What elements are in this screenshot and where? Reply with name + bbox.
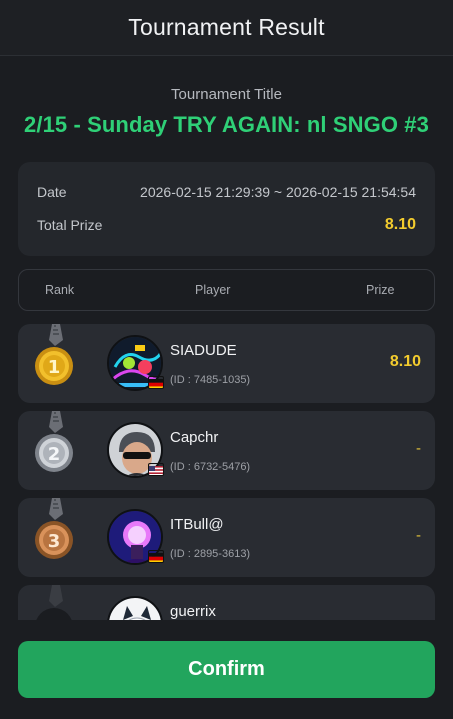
rank-column-label: Rank bbox=[45, 283, 75, 297]
total-prize-value: 8.10 bbox=[384, 216, 416, 233]
results-column-header: Rank Player Prize bbox=[18, 269, 435, 311]
total-prize-label: Total Prize bbox=[37, 217, 103, 233]
date-row: Date 2026-02-15 21:29:39 ~ 2026-02-15 21… bbox=[37, 184, 416, 200]
medal-icon bbox=[32, 585, 80, 620]
player-name: SIADUDE bbox=[170, 342, 237, 359]
gold-medal-icon: 1 bbox=[32, 324, 80, 403]
tournament-title: 2/15 - Sunday TRY AGAIN: nl SNGO #3 bbox=[24, 112, 429, 137]
medal-rank-number: 2 bbox=[48, 444, 61, 465]
player-id: (ID : 6732-5476) bbox=[170, 461, 251, 473]
player-name: Capchr bbox=[170, 429, 219, 446]
prize-column-label: Prize bbox=[366, 283, 395, 297]
player-prize: - bbox=[416, 440, 421, 457]
player-name: guerrix bbox=[170, 603, 216, 620]
player-id: (ID : 7485-1035) bbox=[170, 374, 251, 386]
player-column-label: Player bbox=[195, 283, 231, 297]
medal-rank-number: 1 bbox=[48, 357, 61, 378]
germany-flag-icon bbox=[148, 550, 164, 563]
tournament-info-card: Date 2026-02-15 21:29:39 ~ 2026-02-15 21… bbox=[18, 162, 435, 256]
result-row: 1 SIADUDE (ID : 7485-1035) 8.10 bbox=[18, 324, 435, 403]
silver-medal-icon: 2 bbox=[32, 411, 80, 490]
modal-header: Tournament Result bbox=[0, 0, 453, 56]
confirm-button[interactable]: Confirm bbox=[18, 641, 435, 698]
medal-rank-number: 3 bbox=[48, 531, 61, 552]
player-id: (ID : 2895-3613) bbox=[170, 548, 251, 560]
germany-flag-icon bbox=[148, 376, 164, 389]
avatar[interactable] bbox=[107, 596, 163, 620]
date-label: Date bbox=[37, 184, 67, 200]
usa-flag-icon bbox=[148, 463, 164, 476]
result-row: 2 Capchr (ID : 6732-5476) - bbox=[18, 411, 435, 490]
total-prize-row: Total Prize 8.10 bbox=[37, 216, 416, 234]
date-value: 2026-02-15 21:29:39 ~ 2026-02-15 21:54:5… bbox=[140, 184, 416, 200]
modal-title: Tournament Result bbox=[128, 14, 325, 40]
tournament-title-label: Tournament Title bbox=[171, 86, 282, 103]
bronze-medal-icon: 3 bbox=[32, 498, 80, 577]
player-prize: 8.10 bbox=[389, 353, 421, 370]
player-prize: - bbox=[416, 527, 421, 544]
player-name: ITBull@ bbox=[170, 516, 224, 533]
results-list[interactable]: 1 SIADUDE (ID : 7485-1035) 8.10 2 Capchr… bbox=[18, 324, 435, 620]
result-row: 3 ITBull@ (ID : 2895-3613) - bbox=[18, 498, 435, 577]
result-row: guerrix bbox=[18, 585, 435, 620]
